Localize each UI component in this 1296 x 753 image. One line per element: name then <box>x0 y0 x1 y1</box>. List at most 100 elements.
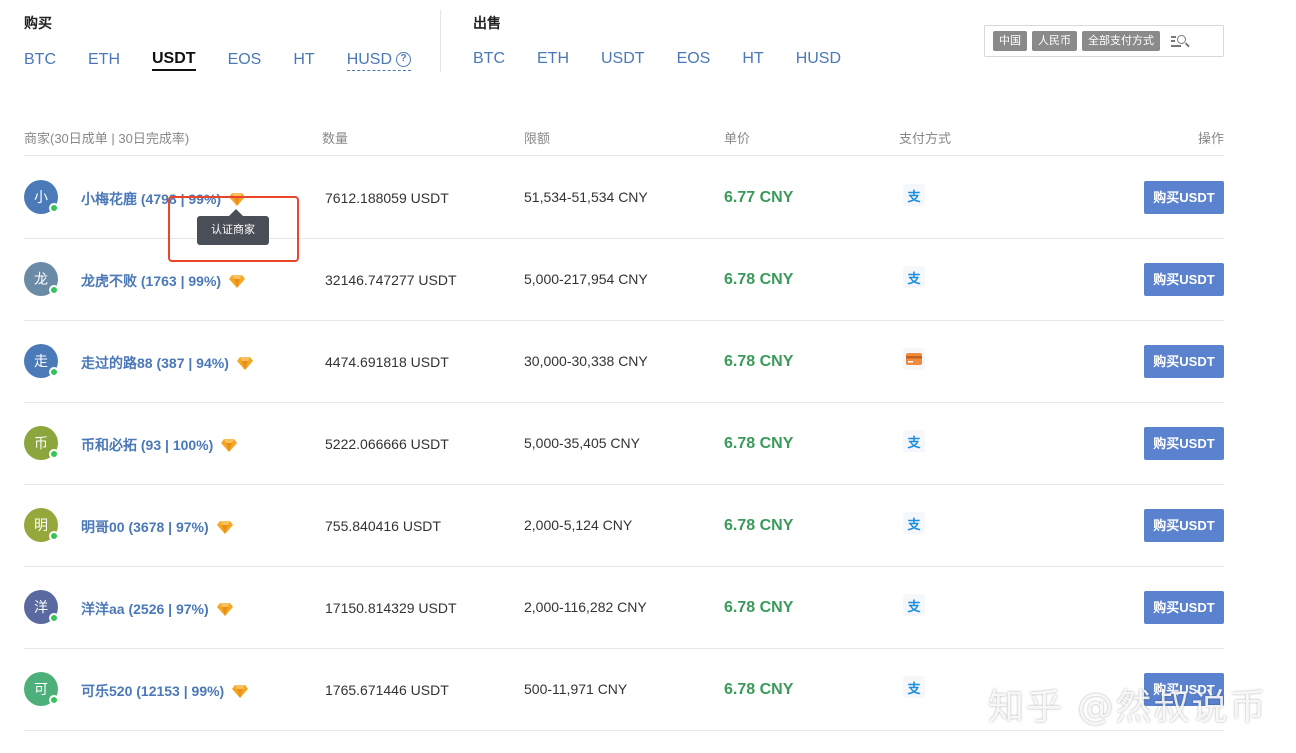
header-amount: 数量 <box>322 131 349 146</box>
verified-diamond-icon[interactable] <box>216 520 233 534</box>
merchant-name-link[interactable]: 洋洋aa (2526 | 97%) <box>81 599 233 619</box>
avatar-initial: 洋 <box>34 599 48 615</box>
amount-value: 5222.066666 USDT <box>325 436 449 452</box>
merchant-name: 币和必拓 (93 | 100%) <box>81 437 214 453</box>
online-status-dot <box>49 613 59 623</box>
verified-diamond-icon[interactable] <box>229 274 246 288</box>
alipay-icon: 支 <box>903 184 925 206</box>
buy-tab-btc[interactable]: BTC <box>24 50 56 70</box>
header-merchant: 商家(30日成单 | 30日完成率) <box>24 131 190 146</box>
merchant-name: 龙虎不败 (1763 | 99%) <box>81 273 222 289</box>
online-status-dot <box>49 203 59 213</box>
amount-value: 4474.691818 USDT <box>325 354 449 370</box>
filter-country-chip[interactable]: 中国 <box>993 31 1027 51</box>
online-status-dot <box>49 531 59 541</box>
sell-tab-usdt[interactable]: USDT <box>601 49 645 69</box>
sell-tab-ht[interactable]: HT <box>742 49 763 69</box>
table-row: 走 走过的路88 (387 | 94%) 4474.691818 USDT 30… <box>24 321 1224 403</box>
price-value: 6.77 CNY <box>724 189 794 206</box>
header-limit: 限额 <box>524 131 551 146</box>
limit-value: 2,000-5,124 CNY <box>524 517 633 533</box>
avatar-initial: 龙 <box>34 271 48 287</box>
verified-diamond-icon[interactable] <box>236 356 253 370</box>
sell-tab-eos[interactable]: EOS <box>677 49 711 69</box>
alipay-icon: 支 <box>903 430 925 452</box>
filter-payment-chip[interactable]: 全部支付方式 <box>1082 31 1160 51</box>
buy-usdt-button[interactable]: 购买USDT <box>1144 181 1224 214</box>
alipay-icon: 支 <box>903 676 925 698</box>
merchant-name-link[interactable]: 明哥00 (3678 | 97%) <box>81 517 233 537</box>
avatar: 明 <box>24 508 59 542</box>
merchant-name: 明哥00 (3678 | 97%) <box>81 519 209 535</box>
merchant-name: 走过的路88 (387 | 94%) <box>81 355 229 371</box>
limit-value: 2,000-116,282 CNY <box>524 599 647 615</box>
sell-tab-eth[interactable]: ETH <box>537 49 569 69</box>
price-value: 6.78 CNY <box>724 435 794 452</box>
online-status-dot <box>49 695 59 705</box>
filter-box[interactable]: 中国 人民币 全部支付方式 <box>984 25 1224 57</box>
avatar: 币 <box>24 426 59 460</box>
merchant-name-link[interactable]: 币和必拓 (93 | 100%) <box>81 435 238 455</box>
header-action: 操作 <box>1197 131 1224 146</box>
price-value: 6.78 CNY <box>724 271 794 288</box>
alipay-icon: 支 <box>903 594 925 616</box>
buy-usdt-button[interactable]: 购买USDT <box>1144 509 1224 542</box>
price-value: 6.78 CNY <box>724 681 794 698</box>
limit-value: 500-11,971 CNY <box>524 681 628 697</box>
buy-usdt-button[interactable]: 购买USDT <box>1144 263 1224 296</box>
amount-value: 1765.671446 USDT <box>325 682 449 698</box>
buy-section-title: 购买 <box>24 15 52 31</box>
buy-tab-husd-label: HUSD <box>346 50 393 68</box>
verified-diamond-icon[interactable] <box>221 438 238 452</box>
avatar: 龙 <box>24 262 59 296</box>
watermark: 知乎 @然叔说币 <box>988 687 1268 728</box>
merchant-name: 洋洋aa (2526 | 97%) <box>81 601 209 617</box>
limit-value: 5,000-35,405 CNY <box>524 435 640 451</box>
filter-search-icon[interactable] <box>1171 34 1190 48</box>
header-price: 单价 <box>724 131 751 146</box>
avatar-initial: 小 <box>34 189 48 205</box>
verified-diamond-icon[interactable] <box>216 602 233 616</box>
online-status-dot <box>49 285 59 295</box>
price-value: 6.78 CNY <box>724 353 794 370</box>
amount-value: 32146.747277 USDT <box>325 272 457 288</box>
merchant-name: 可乐520 (12153 | 99%) <box>81 683 225 699</box>
table-row: 明 明哥00 (3678 | 97%) 755.840416 USDT 2,00… <box>24 485 1224 567</box>
avatar-initial: 明 <box>34 517 48 533</box>
avatar-initial: 走 <box>34 353 48 369</box>
table-header: 商家(30日成单 | 30日完成率) 数量 限额 单价 支付方式 操作 <box>24 128 1224 156</box>
avatar: 小 <box>24 180 59 214</box>
buy-usdt-button[interactable]: 购买USDT <box>1144 427 1224 460</box>
buy-usdt-button[interactable]: 购买USDT <box>1144 345 1224 378</box>
buy-tab-eth[interactable]: ETH <box>88 50 120 70</box>
table-row: 洋 洋洋aa (2526 | 97%) 17150.814329 USDT 2,… <box>24 567 1224 649</box>
buy-tab-ht[interactable]: HT <box>293 50 314 70</box>
bank-card-icon <box>903 348 925 370</box>
buy-tab-eos[interactable]: EOS <box>228 50 262 70</box>
filter-currency-chip[interactable]: 人民币 <box>1032 31 1077 51</box>
limit-value: 30,000-30,338 CNY <box>524 353 648 369</box>
amount-value: 17150.814329 USDT <box>325 600 457 616</box>
price-value: 6.78 CNY <box>724 599 794 616</box>
sell-section-title: 出售 <box>473 15 501 31</box>
buy-usdt-button[interactable]: 购买USDT <box>1144 591 1224 624</box>
avatar: 可 <box>24 672 59 706</box>
table-row: 币 币和必拓 (93 | 100%) 5222.066666 USDT 5,00… <box>24 403 1224 485</box>
merchant-name-link[interactable]: 可乐520 (12153 | 99%) <box>81 681 249 701</box>
price-value: 6.78 CNY <box>724 517 794 534</box>
section-divider <box>440 10 441 72</box>
limit-value: 51,534-51,534 CNY <box>524 189 648 205</box>
avatar-initial: 可 <box>34 681 48 697</box>
sell-tab-btc[interactable]: BTC <box>473 49 505 69</box>
buy-coin-tabs: BTC ETH USDT EOS HT HUSD ? <box>24 49 443 71</box>
buy-tab-husd[interactable]: HUSD ? <box>346 50 412 71</box>
amount-value: 755.840416 USDT <box>325 518 441 534</box>
buy-tab-usdt[interactable]: USDT <box>152 49 196 71</box>
help-icon[interactable]: ? <box>396 52 412 67</box>
verified-diamond-icon[interactable] <box>232 684 249 698</box>
limit-value: 5,000-217,954 CNY <box>524 271 648 287</box>
sell-tab-husd[interactable]: HUSD <box>796 49 841 69</box>
merchant-name-link[interactable]: 龙虎不败 (1763 | 99%) <box>81 271 246 291</box>
merchant-name-link[interactable]: 走过的路88 (387 | 94%) <box>81 353 253 373</box>
avatar-initial: 币 <box>34 435 48 451</box>
